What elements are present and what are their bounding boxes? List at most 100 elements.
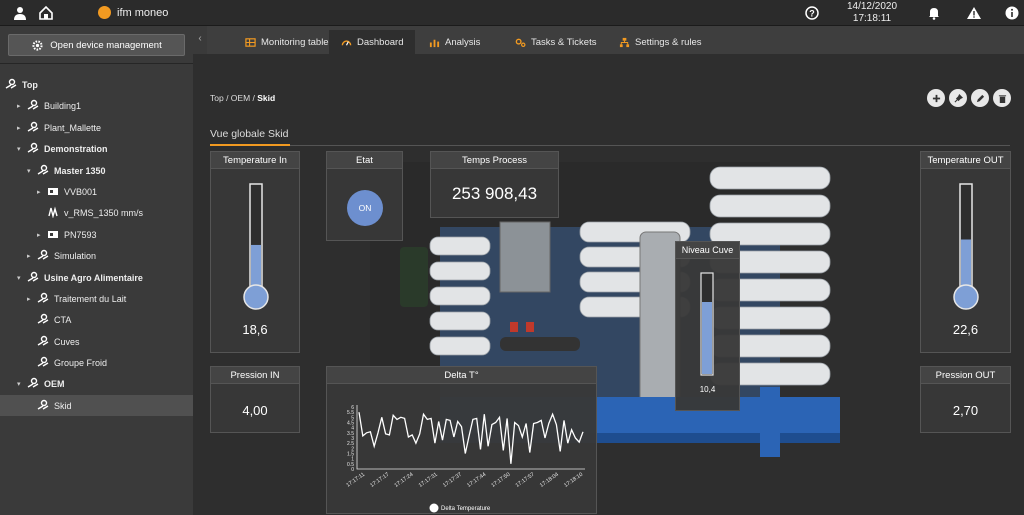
- y-tick-label: 0: [351, 467, 354, 473]
- delta-t-widget[interactable]: Delta T° 0 0.5 1 1.5 2 2.5 3 3.5 4 4.5 5 5.5 6 17:17:…: [326, 366, 597, 514]
- x-tick-label: 17:17:44: [466, 472, 487, 489]
- tree-item-vvb001[interactable]: ▸ VVB001: [0, 181, 193, 202]
- top-bar: ifm moneo ? 14/12/2020 17:18:11: [0, 0, 1024, 26]
- temps-process-widget[interactable]: Temps Process 253 908,43: [430, 151, 559, 218]
- bell-icon[interactable]: [926, 5, 942, 21]
- sensor-group-icon: [37, 356, 49, 367]
- tree-item-simulation[interactable]: ▸ Simulation: [0, 245, 193, 266]
- widget-title: Pression IN: [211, 367, 299, 384]
- device-tree: Top ▸ Building1 ▸ Plant_Mallette ▾ Demonstrati…: [0, 74, 193, 417]
- x-tick-label: 17:17:31: [418, 472, 439, 489]
- user-icon[interactable]: [12, 5, 28, 21]
- expand-caret-icon[interactable]: ▸: [37, 231, 41, 239]
- tree-item-plant-mallette[interactable]: ▸ Plant_Mallette: [0, 117, 193, 138]
- pression-out-widget[interactable]: Pression OUT 2,70: [920, 366, 1011, 433]
- tree-item-oem[interactable]: ▾ OEM: [0, 373, 193, 394]
- delta-t-chart: 00.511.522.533.544.555.56 17:17:11 17:17:1…: [345, 405, 585, 513]
- network-icon: [619, 37, 630, 47]
- tree-item-label: v_RMS_1350 mm/s: [64, 208, 144, 219]
- temperature-in-widget[interactable]: Temperature In 18,6: [210, 151, 300, 353]
- etat-widget[interactable]: Etat ON: [326, 151, 403, 241]
- temps-process-value: 253 908,43: [451, 184, 538, 203]
- table-icon: [245, 37, 256, 47]
- help-icon[interactable]: ?: [804, 5, 820, 21]
- x-tick-label: 17:18:10: [563, 472, 584, 489]
- tree-item-label: Cuves: [54, 336, 80, 347]
- tree-item-usine-agro-alimentaire[interactable]: ▾ Usine Agro Alimentaire: [0, 267, 193, 288]
- tab-dashboard[interactable]: Dashboard: [329, 30, 416, 54]
- tree-item-building1[interactable]: ▸ Building1: [0, 95, 193, 116]
- sensor-group-icon: [37, 335, 49, 346]
- chart-axes: [356, 405, 585, 470]
- niveau-cuve-widget[interactable]: Niveau Cuve 10,4: [675, 241, 740, 411]
- sensor-group-icon: [27, 378, 39, 389]
- tree-item-label: Building1: [44, 101, 82, 112]
- tree-item-traitement-du-lait[interactable]: ▸ Traitement du Lait: [0, 288, 193, 309]
- sensor-group-icon: [5, 78, 17, 89]
- tank-level-gauge: [700, 272, 714, 376]
- tree-item-v-rms-1350-mm-s[interactable]: v_RMS_1350 mm/s: [0, 202, 193, 223]
- tab-monitoring-table[interactable]: Monitoring table: [233, 30, 341, 54]
- tab-analysis[interactable]: Analysis: [417, 30, 492, 54]
- tree-item-cta[interactable]: CTA: [0, 309, 193, 330]
- svg-text:?: ?: [809, 9, 815, 19]
- sidebar: Open device management Top ▸ Building1 ▸ Pla…: [0, 26, 193, 515]
- sidebar-divider: [0, 63, 193, 64]
- tab-settings-rules[interactable]: Settings & rules: [607, 30, 714, 54]
- tank-level-fill: [702, 302, 712, 374]
- info-icon[interactable]: [1004, 5, 1020, 21]
- y-tick-label: 6: [351, 405, 354, 411]
- home-icon[interactable]: [38, 5, 54, 21]
- expand-caret-icon[interactable]: ▸: [17, 102, 21, 110]
- tree-item-label: Master 1350: [54, 165, 106, 176]
- temperature-in-value: 18,6: [242, 322, 268, 337]
- tree-item-groupe-froid[interactable]: Groupe Froid: [0, 352, 193, 373]
- warning-icon[interactable]: [966, 5, 982, 21]
- y-tick-label: 4.5: [347, 421, 354, 427]
- collapse-caret-icon[interactable]: ▾: [17, 274, 21, 282]
- collapse-caret-icon[interactable]: ▾: [17, 380, 21, 388]
- x-tick-label: 17:17:57: [515, 472, 536, 489]
- app-name: ifm moneo: [117, 7, 169, 19]
- status-indicator: ON: [347, 190, 383, 226]
- y-tick-label: 3.5: [347, 431, 354, 437]
- collapse-caret-icon[interactable]: ▾: [17, 145, 21, 153]
- edit-button[interactable]: [971, 89, 989, 107]
- tab-label: Settings & rules: [635, 36, 702, 48]
- breadcrumb-path[interactable]: Top / OEM /: [210, 93, 257, 103]
- add-widget-button[interactable]: [927, 89, 945, 107]
- open-device-management-button[interactable]: Open device management: [8, 34, 185, 56]
- expand-caret-icon[interactable]: ▸: [37, 188, 41, 196]
- temperature-out-widget[interactable]: Temperature OUT 22,6: [920, 151, 1011, 353]
- tab-tasks-tickets[interactable]: Tasks & Tickets: [503, 30, 608, 54]
- tree-item-pn7593[interactable]: ▸ PN7593: [0, 224, 193, 245]
- device-button-label: Open device management: [50, 39, 162, 51]
- pencil-icon: [976, 94, 984, 102]
- datetime: 14/12/2020 17:18:11: [832, 1, 912, 25]
- gears-icon: [515, 38, 526, 47]
- tree-item-skid[interactable]: Skid: [0, 394, 193, 417]
- widget-title: Temps Process: [431, 152, 558, 169]
- expand-caret-icon[interactable]: ▸: [27, 252, 31, 260]
- tree-item-top[interactable]: Top: [0, 74, 193, 95]
- collapse-sidebar-button[interactable]: ‹: [193, 26, 207, 54]
- expand-caret-icon[interactable]: ▸: [17, 124, 21, 132]
- delete-button[interactable]: [993, 89, 1011, 107]
- sensor-group-icon: [37, 249, 49, 260]
- sensor-group-icon: [37, 399, 49, 410]
- tree-item-master-1350[interactable]: ▾ Master 1350: [0, 160, 193, 181]
- plus-icon: [932, 94, 940, 102]
- sensor-group-icon: [27, 100, 39, 110]
- tree-item-demonstration[interactable]: ▾ Demonstration: [0, 138, 193, 159]
- collapse-caret-icon[interactable]: ▾: [27, 167, 31, 175]
- widget-title: Pression OUT: [921, 367, 1010, 384]
- pin-button[interactable]: [949, 89, 967, 107]
- x-tick-label: 17:17:37: [442, 472, 463, 489]
- gauge-icon: [341, 39, 352, 46]
- legend-marker: [429, 503, 439, 513]
- pression-in-widget[interactable]: Pression IN 4,00: [210, 366, 300, 433]
- tree-item-cuves[interactable]: Cuves: [0, 331, 193, 352]
- dashboard-actions: [927, 89, 1011, 107]
- expand-caret-icon[interactable]: ▸: [27, 295, 31, 303]
- thermometer-icon: [243, 183, 269, 310]
